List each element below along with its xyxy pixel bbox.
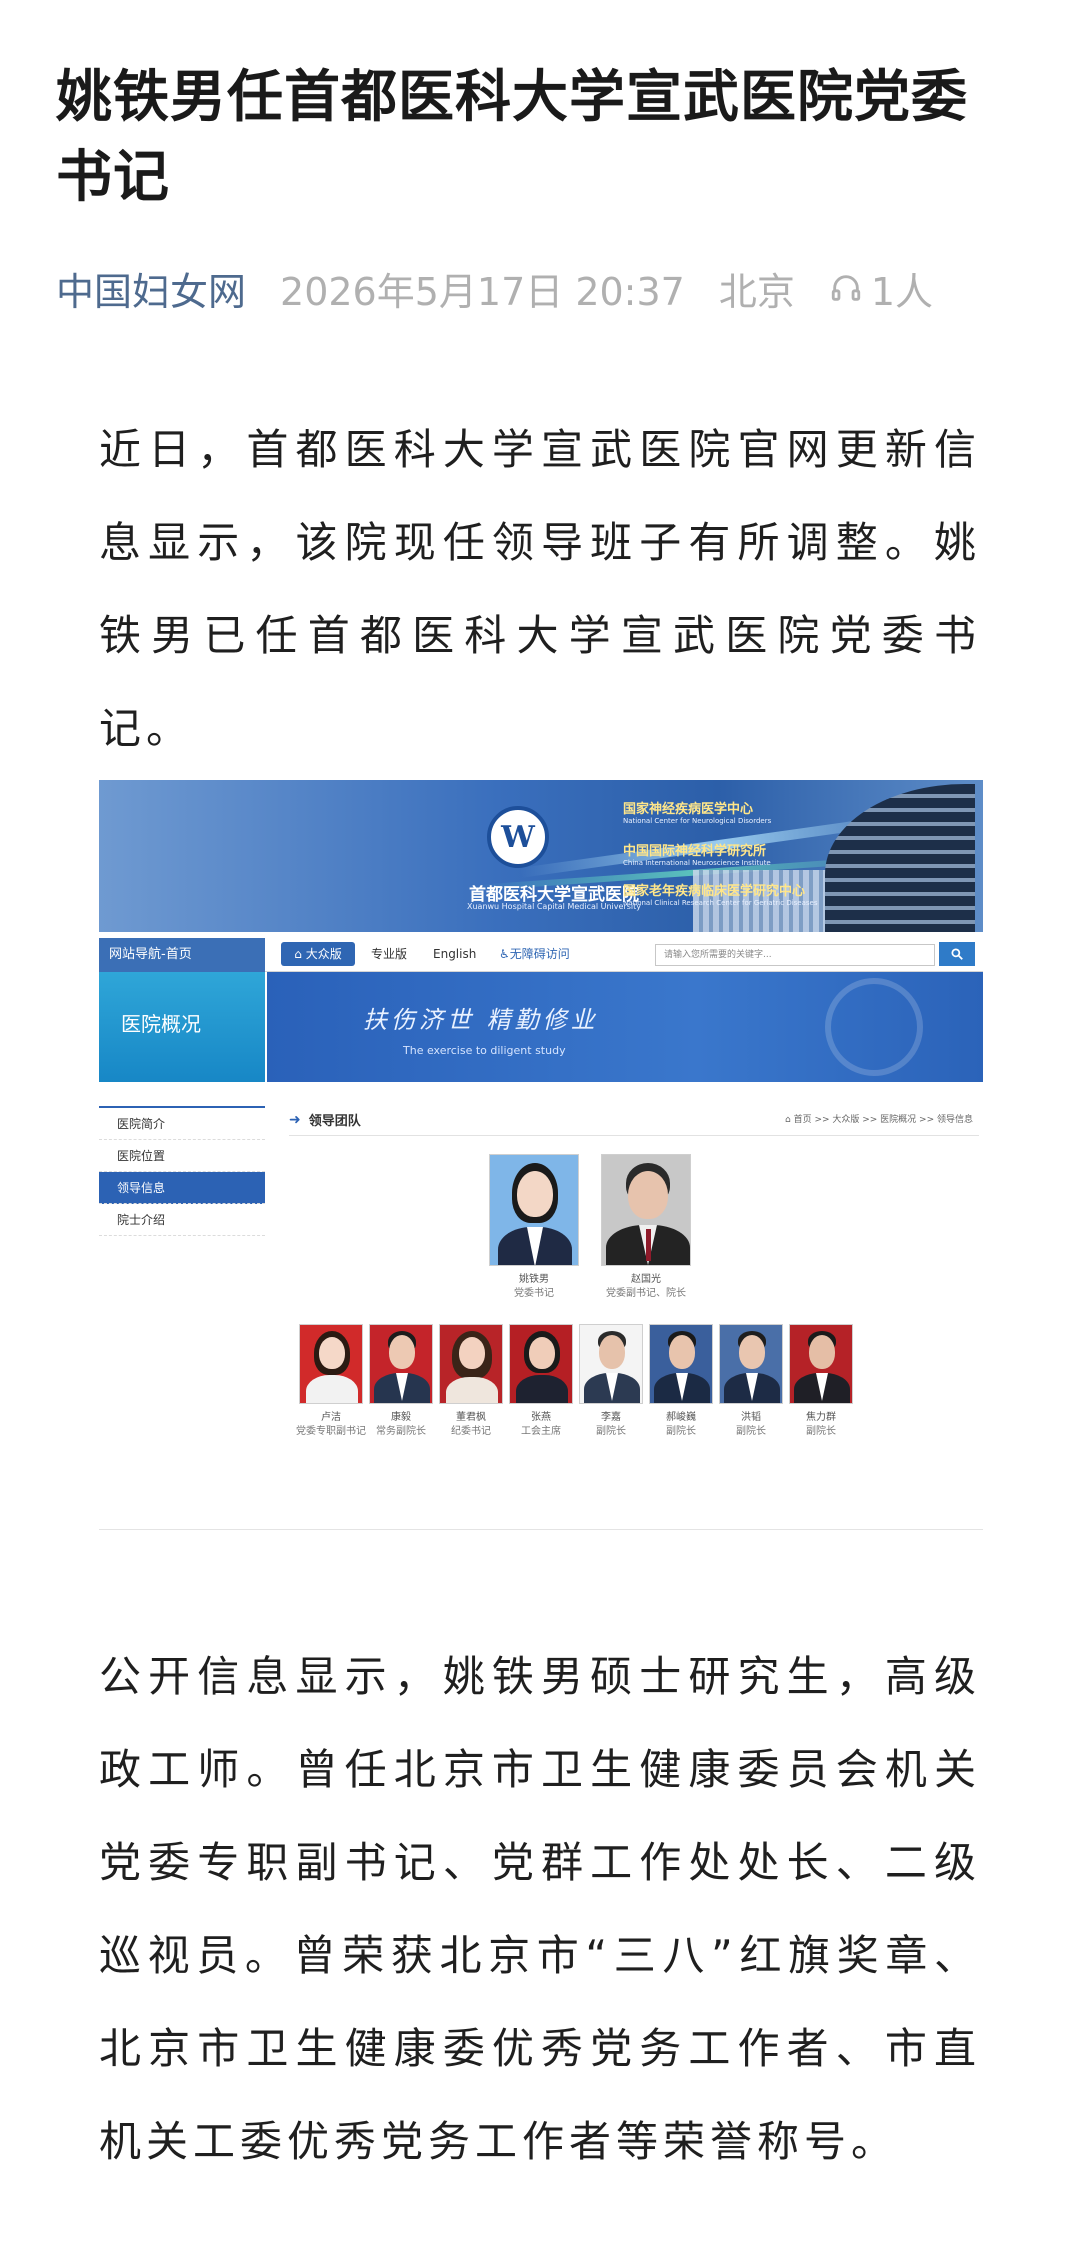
publish-datetime: 2026年5月17日 20:37 [280,269,685,314]
slogan-text: 扶伤济世 精勤修业 [363,1006,599,1034]
breadcrumb[interactable]: ⌂ 首页 >> 大众版 >> 医院概况 >> 领导信息 [785,1112,973,1125]
nav-accessibility[interactable]: ♿无障碍访问 [499,942,570,966]
home-icon: ⌂ [294,947,306,961]
leader-photo[interactable] [579,1324,643,1404]
leader-photo[interactable] [601,1154,691,1266]
leader-name: 焦力群 [806,1412,836,1423]
leader-photo[interactable] [509,1324,573,1404]
listen-count-label: 1人 [870,269,934,314]
sidebar-menu: 医院简介 医院位置 领导信息 院士介绍 [99,1106,265,1236]
slogan-banner: 扶伤济世 精勤修业 The exercise to diligent study [267,972,983,1082]
search-icon [951,948,963,960]
banner-center-3: 国家老年疾病临床医学研究中心 National Clinical Researc… [623,884,818,907]
site-search-input[interactable]: 请输入您所需要的关键字... [655,944,935,966]
section-header: ➜ 领导团队 ⌂ 首页 >> 大众版 >> 医院概况 >> 领导信息 [289,1110,979,1136]
nav-home[interactable]: 网站导航-首页 [99,938,265,972]
sidebar-item-location[interactable]: 医院位置 [99,1140,265,1172]
leader-name: 赵国光 [631,1274,661,1285]
article-title: 姚铁男任首都医科大学宣武医院党委书记 [56,65,968,210]
banner-center-2: 中国国际神经科学研究所 China International Neurosci… [623,844,771,867]
source-link[interactable]: 中国妇女网 [56,261,246,316]
publish-location: 北京 [718,269,795,314]
section-title: 领导团队 [308,1114,361,1129]
accessibility-icon: ♿ [499,947,510,961]
listen-count[interactable]: 1人 [829,261,933,316]
leader-photo[interactable] [439,1324,503,1404]
article-paragraph-1: 近日，首都医科大学宣武医院官网更新信息显示，该院现任领导班子有所调整。姚铁男已任… [99,425,981,753]
leader-role: 副院长 [806,1426,836,1437]
banner-center-1: 国家神经疾病医学中心 National Center for Neurologi… [623,802,772,825]
building-image [825,784,975,932]
leader-photo[interactable] [719,1324,783,1404]
article-meta: 中国妇女网 2026年5月17日 20:37 北京 1人 [56,258,1036,318]
slogan-text-en: The exercise to diligent study [403,1044,566,1057]
site-search-button[interactable] [939,942,975,966]
headphones-icon [831,275,861,301]
embedded-website-screenshot: W 首都医科大学宣武医院 Xuanwu Hospital Capital Med… [99,780,983,1530]
leader-photo[interactable] [369,1324,433,1404]
sidebar-item-leaders[interactable]: 领导信息 [99,1172,265,1204]
leader-name: 姚铁男 [519,1274,549,1285]
leader-photo[interactable] [789,1324,853,1404]
site-banner: W 首都医科大学宣武医院 Xuanwu Hospital Capital Med… [99,780,983,932]
nav-public-version[interactable]: ⌂ 大众版 [281,942,355,966]
nav-english[interactable]: English [433,942,476,966]
home-icon: ⌂ [785,1115,794,1125]
sidebar-item-academicians[interactable]: 院士介绍 [99,1204,265,1236]
leader-photo[interactable] [649,1324,713,1404]
sidebar-heading: 医院概况 [99,972,265,1082]
hospital-logo: W [487,806,549,868]
arrow-right-icon: ➜ [289,1111,301,1128]
leader-role: 党委副书记、院长 [606,1288,686,1299]
article-paragraph-2: 公开信息显示，姚铁男硕士研究生，高级政工师。曾任北京市卫生健康委员会机关党委专职… [99,1652,981,2166]
sidebar-item-intro[interactable]: 医院简介 [99,1108,265,1140]
leader-role: 党委书记 [514,1288,554,1299]
leader-photo[interactable] [489,1154,579,1266]
nav-pro-version[interactable]: 专业版 [371,942,407,966]
site-top-nav: 网站导航-首页 ⌂ 大众版 专业版 English ♿无障碍访问 请输入您所需要… [99,932,983,972]
leader-photo[interactable] [299,1324,363,1404]
